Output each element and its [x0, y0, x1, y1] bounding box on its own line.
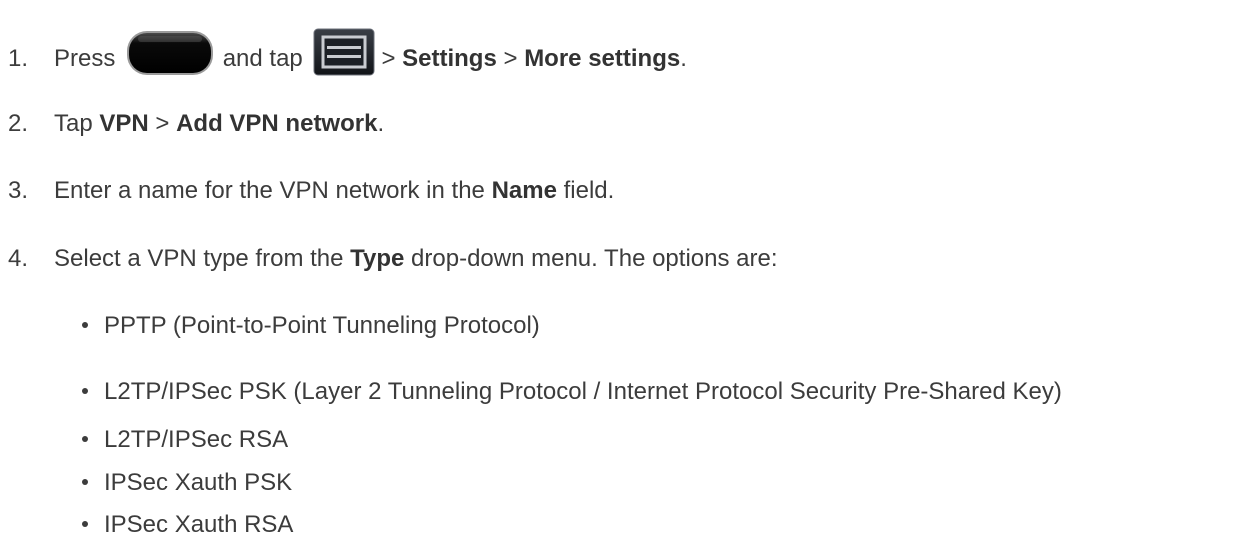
bullet-icon [82, 387, 88, 394]
step-text: field. [563, 177, 615, 204]
step-number: 4. [8, 245, 29, 272]
list-item-text: PPTP (Point-to-Point Tunneling Protocol) [104, 312, 540, 339]
step-text: . [680, 45, 687, 72]
ui-term: Settings [402, 45, 497, 72]
bullet-icon [82, 321, 88, 328]
list-item-text: L2TP/IPSec PSK (Layer 2 Tunneling Protoc… [104, 378, 1062, 405]
list-item: IPSec Xauth PSK [82, 468, 292, 498]
step-4: 4. Select a VPN type from the Type drop-d… [8, 244, 778, 274]
list-item: PPTP (Point-to-Point Tunneling Protocol) [82, 311, 540, 341]
bullet-icon [82, 478, 88, 485]
step-1: 1. Press and tap > Settings > More setti… [8, 28, 687, 76]
step-text: and tap [222, 45, 303, 72]
step-2: 2. Tap VPN > Add VPN network. [8, 109, 384, 139]
bullet-icon [82, 520, 88, 527]
list-item: L2TP/IPSec RSA [82, 425, 288, 455]
ui-term: More settings [524, 45, 681, 72]
step-text: Enter a name for the VPN network in the [54, 177, 485, 204]
list-item-text: IPSec Xauth PSK [104, 469, 293, 496]
step-3: 3. Enter a name for the VPN network in th… [8, 176, 614, 206]
instructions-document: 1. Press and tap > Settings > More setti… [0, 0, 1250, 538]
step-text: Select a VPN type from the [54, 245, 344, 272]
step-number: 3. [8, 177, 29, 204]
ui-term: VPN [99, 110, 149, 137]
step-number: 1. [8, 45, 29, 72]
list-item: IPSec Xauth RSA [82, 510, 293, 540]
ui-term: Type [350, 245, 405, 272]
step-text: . [377, 110, 385, 137]
list-item-text: L2TP/IPSec RSA [104, 426, 289, 453]
step-text: > [381, 45, 396, 72]
step-text: Press [54, 45, 116, 72]
bullet-icon [82, 435, 88, 442]
step-text: > [155, 110, 170, 137]
step-number: 2. [8, 110, 29, 137]
step-text: drop-down menu. The options are: [411, 245, 778, 272]
home-key-icon [126, 30, 214, 76]
step-text: Tap [54, 110, 93, 137]
step-text: > [503, 45, 518, 72]
ui-term: Name [491, 177, 557, 204]
ui-term: Add VPN network [176, 110, 378, 137]
menu-key-icon [313, 28, 375, 76]
list-item: L2TP/IPSec PSK (Layer 2 Tunneling Protoc… [82, 377, 1062, 407]
